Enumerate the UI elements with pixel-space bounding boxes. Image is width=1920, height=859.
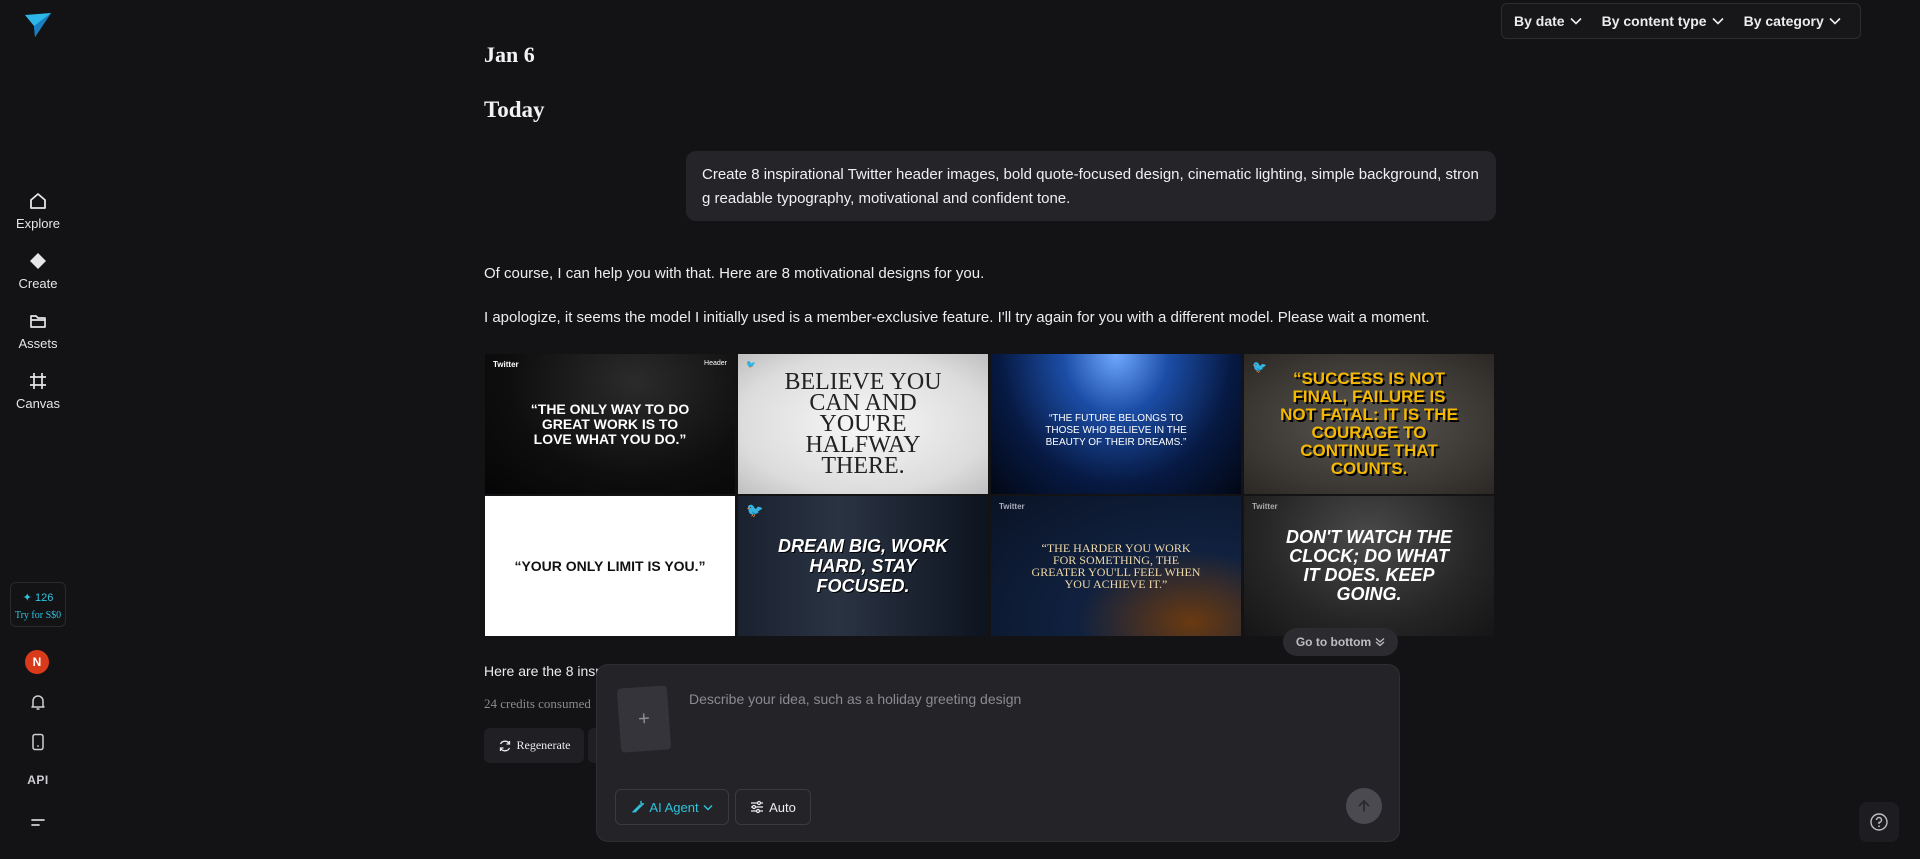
question-icon <box>1870 813 1888 831</box>
twitter-bird-icon: 🐦 <box>746 502 764 518</box>
help-button[interactable] <box>1859 802 1899 842</box>
regenerate-button[interactable]: Regenerate <box>484 728 584 763</box>
twitter-badge: Twitter <box>493 360 519 369</box>
filter-label: By date <box>1514 13 1565 29</box>
chevron-down-icon <box>703 804 713 810</box>
double-chevron-down-icon <box>1375 638 1385 647</box>
generated-image[interactable]: 🐦 “SUCCESS IS NOT FINAL, FAILURE IS NOT … <box>1244 354 1494 494</box>
filter-label: By content type <box>1601 13 1707 29</box>
sidebar-item-label: Create <box>18 276 58 291</box>
sidebar-item-assets[interactable]: Assets <box>0 311 76 351</box>
sidebar-item-label: Explore <box>15 216 61 231</box>
sidebar-item-create[interactable]: Create <box>0 251 76 291</box>
refresh-icon <box>499 740 510 751</box>
mobile-icon[interactable] <box>28 732 48 757</box>
image-grid: Twitter Header “THE ONLY WAY TO DO GREAT… <box>484 353 1496 638</box>
api-link[interactable]: API <box>0 773 76 787</box>
sliders-icon <box>751 800 764 814</box>
credits-consumed-text: 24 credits consumed <box>484 696 591 711</box>
generated-image[interactable]: “THE FUTURE BELONGS TO THOSE WHO BELIEVE… <box>991 354 1241 494</box>
generated-image[interactable]: 🐦 DREAM BIG, WORK HARD, STAY FOCUSED. <box>738 496 988 636</box>
ai-reply-text: Of course, I can help you with that. Her… <box>484 265 985 282</box>
image-quote: “THE FUTURE BELONGS TO THOSE WHO BELIEVE… <box>1045 413 1187 448</box>
diamond-icon <box>30 253 46 269</box>
avatar[interactable]: N <box>25 650 49 674</box>
generated-image[interactable]: 🐦 BELIEVE YOU CAN AND YOU'RE HALFWAY THE… <box>738 354 988 494</box>
sidebar-item-label: Canvas <box>15 396 61 411</box>
image-quote: “YOUR ONLY LIMIT IS YOU.” <box>514 558 706 574</box>
image-corner-label: Header <box>704 360 727 367</box>
ai-agent-selector[interactable]: AI Agent <box>615 789 729 825</box>
folder-icon <box>30 315 46 328</box>
regenerate-label: Regenerate <box>516 738 571 752</box>
logo-icon[interactable] <box>23 11 53 39</box>
app-root: Explore Create Assets Canvas ✦ 126 Try f… <box>0 0 1920 859</box>
plus-icon: + <box>637 707 651 730</box>
ai-reply-text: I apologize, it seems the model I initia… <box>484 309 1430 326</box>
image-quote: “SUCCESS IS NOT FINAL, FAILURE IS NOT FA… <box>1280 369 1458 478</box>
filter-label: By category <box>1743 13 1824 29</box>
go-to-bottom-button[interactable]: Go to bottom <box>1283 628 1398 656</box>
credits-badge[interactable]: ✦ 126 Try for S$0 <box>10 582 66 627</box>
image-quote: DON'T WATCH THE CLOCK; DO WHAT IT DOES. … <box>1286 527 1452 604</box>
twitter-badge: Twitter <box>1252 502 1278 511</box>
twitter-bird-icon: 🐦 <box>746 360 756 369</box>
auto-settings-button[interactable]: Auto <box>735 789 811 825</box>
sidebar: Explore Create Assets Canvas ✦ 126 Try f… <box>0 0 76 859</box>
today-heading: Today <box>484 97 545 122</box>
image-quote: “THE ONLY WAY TO DO GREAT WORK IS TO LOV… <box>530 400 690 447</box>
credits-count-value: 126 <box>34 592 54 604</box>
go-to-bottom-label: Go to bottom <box>1295 635 1372 649</box>
credits-cta: Try for S$0 <box>14 610 62 621</box>
auto-label: Auto <box>769 799 796 815</box>
user-prompt-bubble: Create 8 inspirational Twitter header im… <box>686 151 1496 221</box>
filter-by-content-type[interactable]: By content type <box>1602 13 1724 29</box>
filter-by-date[interactable]: By date <box>1514 13 1582 29</box>
chevron-down-icon <box>1570 17 1582 25</box>
generated-image[interactable]: “YOUR ONLY LIMIT IS YOU.” <box>485 496 735 636</box>
magic-wand-icon <box>632 800 645 813</box>
arrow-up-icon <box>1358 799 1370 812</box>
sidebar-item-explore[interactable]: Explore <box>0 191 76 231</box>
chevron-down-icon <box>1829 17 1841 25</box>
ai-summary-text: Here are the 8 inspi <box>484 663 607 679</box>
credits-count: ✦ 126 <box>22 592 54 604</box>
home-icon <box>30 193 46 209</box>
menu-icon[interactable] <box>28 812 48 837</box>
date-heading: Jan 6 <box>484 42 535 67</box>
generated-image[interactable]: Twitter “THE HARDER YOU WORK FOR SOMETHI… <box>991 496 1241 636</box>
sidebar-item-label: Assets <box>18 336 58 351</box>
twitter-bird-icon: 🐦 <box>1252 360 1267 374</box>
generated-image[interactable]: Twitter DON'T WATCH THE CLOCK; DO WHAT I… <box>1244 496 1494 636</box>
composer: + AI Agent Auto <box>596 664 1400 842</box>
filter-bar: By date By content type By category <box>1501 3 1861 39</box>
chevron-down-icon <box>1712 17 1724 25</box>
send-button[interactable] <box>1346 788 1382 824</box>
image-quote: “THE HARDER YOU WORK FOR SOMETHING, THE … <box>1031 541 1201 591</box>
filter-by-category[interactable]: By category <box>1744 13 1841 29</box>
bell-icon[interactable] <box>28 692 48 717</box>
image-quote: DREAM BIG, WORK HARD, STAY FOCUSED. <box>778 536 948 596</box>
sidebar-item-canvas[interactable]: Canvas <box>0 371 76 411</box>
image-quote: BELIEVE YOU CAN AND YOU'RE HALFWAY THERE… <box>784 368 942 479</box>
generated-image[interactable]: Twitter Header “THE ONLY WAY TO DO GREAT… <box>485 354 735 494</box>
ai-agent-label: AI Agent <box>649 799 699 815</box>
add-reference-button[interactable]: + <box>616 685 672 753</box>
prompt-input[interactable] <box>689 685 1369 713</box>
canvas-icon <box>30 373 46 389</box>
twitter-badge: Twitter <box>999 502 1025 511</box>
